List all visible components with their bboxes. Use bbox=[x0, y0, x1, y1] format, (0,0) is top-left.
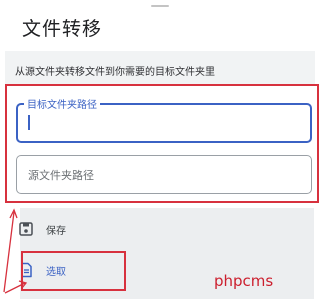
drag-handle[interactable] bbox=[151, 5, 169, 7]
annotation-highlight-select bbox=[21, 251, 126, 291]
source-folder-placeholder: 源文件夹路径 bbox=[28, 169, 94, 182]
save-label: 保存 bbox=[46, 225, 66, 237]
target-folder-field[interactable]: 目标文件夹路径 bbox=[16, 96, 312, 143]
save-action[interactable]: 保存 bbox=[18, 221, 66, 237]
page-description: 从源文件夹转移文件到你需要的目标文件夹里 bbox=[15, 67, 215, 78]
target-folder-label: 目标文件夹路径 bbox=[24, 96, 100, 111]
text-caret bbox=[28, 115, 30, 130]
page-title: 文件转移 bbox=[22, 18, 103, 40]
save-icon bbox=[18, 221, 34, 237]
source-folder-field[interactable]: 源文件夹路径 bbox=[16, 155, 312, 194]
watermark-text: phpcms bbox=[214, 272, 274, 290]
